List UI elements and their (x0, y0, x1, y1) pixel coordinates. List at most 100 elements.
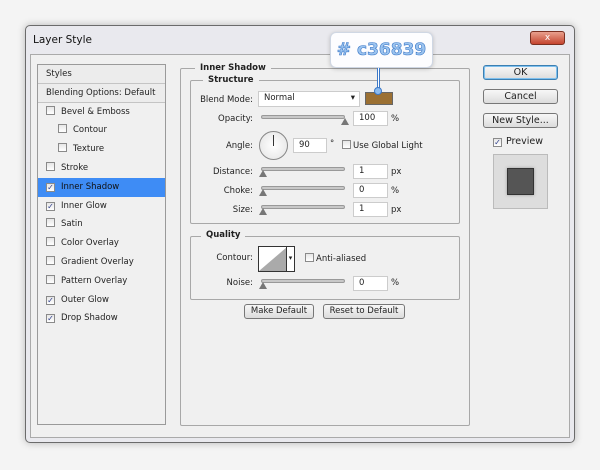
checkbox-icon[interactable] (46, 274, 55, 284)
angle-input[interactable]: 90 (293, 138, 327, 153)
inner-shadow-title: Inner Shadow (195, 63, 271, 73)
sidebar-item-blending-options-default[interactable]: Blending Options: Default (38, 83, 165, 103)
size-unit: px (391, 205, 402, 215)
sidebar-item-inner-glow[interactable]: ✓ Inner Glow (38, 197, 165, 216)
noise-input[interactable]: 0 (353, 276, 388, 291)
anti-aliased-label: Anti-aliased (316, 254, 367, 264)
sidebar-item-pattern-overlay[interactable]: Pattern Overlay (38, 272, 165, 291)
angle-label: Angle: (225, 141, 253, 151)
contour-label: Contour: (216, 253, 253, 263)
size-label: Size: (232, 205, 253, 215)
blend-mode-select[interactable]: Normal ▾ (258, 91, 360, 107)
checkbox-icon[interactable] (46, 256, 55, 265)
sidebar-item-gradient-overlay[interactable]: Gradient Overlay (38, 253, 165, 272)
preview-checkbox[interactable]: ✓ Preview (493, 136, 543, 147)
choke-label: Choke: (223, 186, 253, 196)
checkbox-icon[interactable] (46, 162, 55, 171)
ok-button[interactable]: OK (483, 65, 558, 80)
checkbox-icon (305, 253, 314, 262)
checkbox-icon[interactable] (46, 105, 55, 115)
make-default-button[interactable]: Make Default (244, 304, 314, 319)
sidebar-item-contour[interactable]: Contour (38, 121, 165, 140)
size-input[interactable]: 1 (353, 202, 388, 217)
use-global-light-checkbox[interactable]: Use Global Light (342, 140, 423, 151)
sidebar-item-label: Inner Shadow (61, 181, 120, 192)
sidebar-item-label: Contour (73, 125, 107, 136)
sidebar-item-label: Gradient Overlay (61, 257, 134, 267)
sidebar-item-label: Drop Shadow (61, 313, 118, 324)
distance-slider[interactable] (261, 167, 345, 171)
opacity-slider-thumb[interactable] (341, 118, 349, 125)
anti-aliased-checkbox[interactable]: Anti-aliased (305, 253, 366, 264)
opacity-input[interactable]: 100 (353, 111, 388, 126)
sidebar-item-label: Stroke (61, 163, 89, 173)
contour-picker[interactable]: ▾ (258, 246, 295, 272)
checkmark-icon[interactable]: ✓ (46, 295, 55, 305)
new-style-button[interactable]: New Style... (483, 113, 558, 128)
dialog-title: Layer Style (33, 34, 92, 46)
structure-title: Structure (203, 75, 259, 85)
sidebar-item-bevel-emboss[interactable]: Bevel & Emboss (38, 103, 165, 122)
preview-thumbnail (493, 154, 548, 209)
sidebar-item-texture[interactable]: Texture (38, 140, 165, 159)
quality-group (190, 236, 460, 300)
opacity-unit: % (391, 114, 400, 124)
checkbox-icon[interactable] (46, 237, 55, 247)
noise-unit: % (391, 278, 400, 288)
use-global-light-label: Use Global Light (353, 141, 423, 151)
noise-slider-thumb[interactable] (259, 282, 267, 289)
size-slider-thumb[interactable] (259, 208, 267, 215)
choke-input[interactable]: 0 (353, 183, 388, 198)
sidebar-item-drop-shadow[interactable]: ✓ Drop Shadow (38, 309, 165, 328)
contour-linear-icon (259, 247, 287, 271)
dropdown-arrow-icon: ▾ (350, 93, 355, 103)
cancel-button[interactable]: Cancel (483, 89, 558, 104)
sidebar-item-color-overlay[interactable]: Color Overlay (38, 234, 165, 253)
contour-dropdown-arrow-icon: ▾ (286, 247, 294, 271)
sidebar-item-label: Inner Glow (61, 200, 107, 211)
checkmark-icon[interactable]: ✓ (46, 314, 55, 324)
angle-dial[interactable] (259, 131, 288, 160)
distance-slider-thumb[interactable] (259, 170, 267, 177)
noise-label: Noise: (226, 278, 253, 288)
sidebar-item-inner-shadow[interactable]: ✓ Inner Shadow (38, 177, 165, 197)
noise-slider[interactable] (261, 279, 345, 283)
opacity-slider[interactable] (261, 115, 345, 119)
blend-mode-label: Blend Mode: (200, 95, 253, 105)
checkmark-icon: ✓ (493, 138, 502, 147)
sidebar-item-stroke[interactable]: Stroke (38, 159, 165, 178)
sidebar-item-outer-glow[interactable]: ✓ Outer Glow (38, 291, 165, 310)
styles-list: Styles Blending Options: Default Bevel & E… (37, 64, 166, 425)
distance-unit: px (391, 167, 402, 177)
choke-slider-thumb[interactable] (259, 189, 267, 196)
reset-to-default-button[interactable]: Reset to Default (323, 304, 405, 319)
checkmark-icon[interactable]: ✓ (46, 201, 55, 211)
distance-label: Distance: (212, 167, 253, 177)
checkmark-icon[interactable]: ✓ (46, 182, 55, 192)
blend-mode-value: Normal (264, 93, 295, 103)
sidebar-item-label: Texture (73, 144, 105, 155)
preview-swatch (507, 168, 534, 195)
choke-slider[interactable] (261, 186, 345, 190)
sidebar-item-label: Outer Glow (61, 294, 109, 305)
close-button[interactable]: x (530, 31, 565, 45)
angle-unit: ° (330, 139, 335, 149)
quality-title: Quality (201, 230, 246, 240)
sidebar-item-label: Bevel & Emboss (61, 106, 130, 117)
checkbox-icon[interactable] (58, 143, 67, 153)
sidebar-item-styles[interactable]: Styles (38, 65, 165, 84)
checkbox-icon[interactable] (46, 218, 55, 228)
checkbox-icon (342, 140, 351, 149)
checkbox-icon[interactable] (58, 124, 67, 134)
size-slider[interactable] (261, 205, 345, 209)
opacity-label: Opacity: (218, 114, 253, 124)
sidebar-item-label: Blending Options: Default (46, 87, 156, 98)
preview-label: Preview (506, 136, 543, 147)
callout-dot (374, 87, 382, 95)
sidebar-item-label: Styles (46, 69, 72, 79)
distance-input[interactable]: 1 (353, 164, 388, 179)
sidebar-item-label: Color Overlay (61, 238, 119, 249)
sidebar-item-label: Satin (61, 219, 83, 230)
sidebar-item-satin[interactable]: Satin (38, 215, 165, 234)
sidebar-item-label: Pattern Overlay (61, 275, 128, 286)
